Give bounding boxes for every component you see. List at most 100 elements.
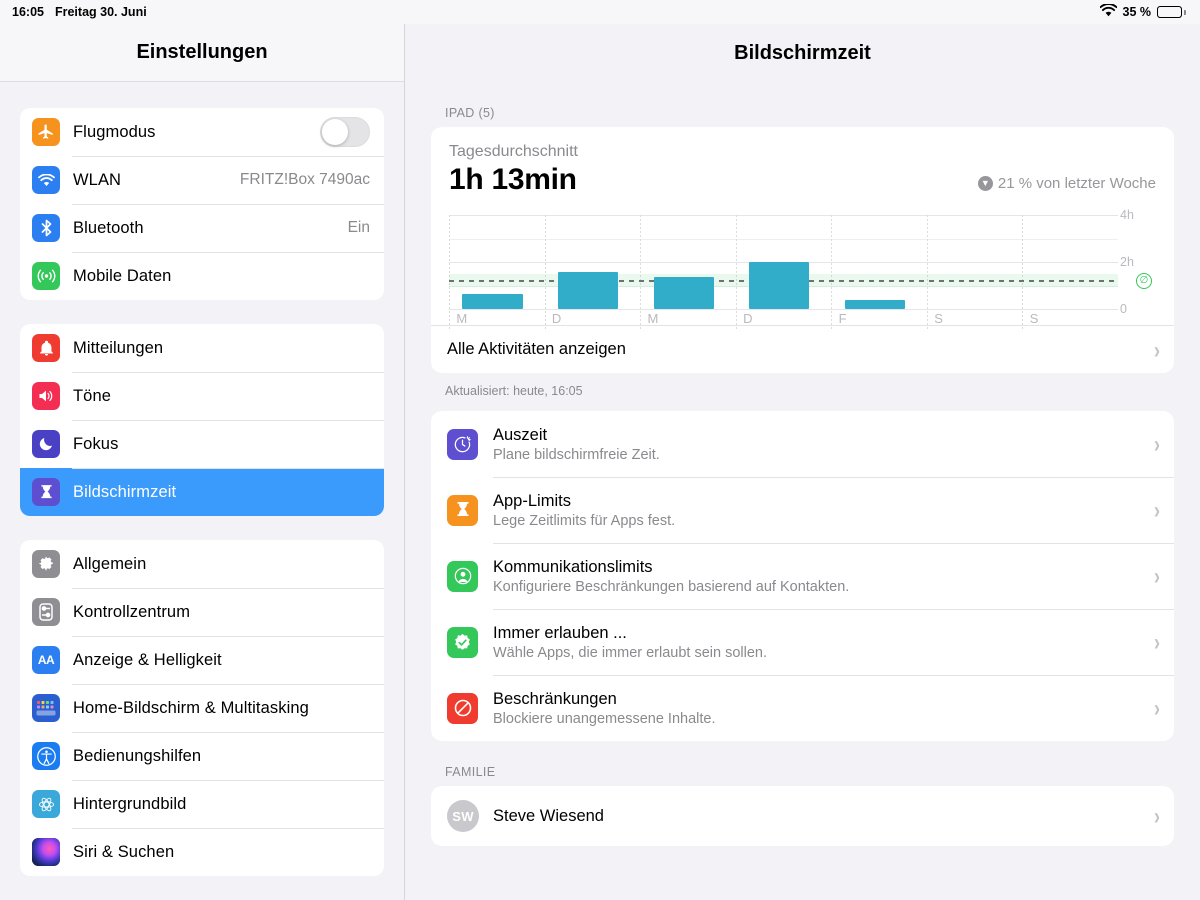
feature-row-app-limits[interactable]: App-Limits Lege Zeitlimits für Apps fest… (431, 477, 1174, 543)
weekly-usage-bar-chart[interactable]: 0 2h 4h ∅ M D M D F S S (449, 208, 1156, 329)
sidebar-item-label: Mitteilungen (73, 338, 164, 357)
chevron-right-icon: › (1154, 628, 1160, 656)
avatar: SW (447, 800, 479, 832)
screen-time-features-card: Auszeit Plane bildschirmfreie Zeit. › Ap… (431, 411, 1174, 741)
status-time: 16:05 (12, 5, 44, 19)
sidebar-item-bedienungshilfen[interactable]: Bedienungshilfen (20, 732, 384, 780)
sidebar-item-toene[interactable]: Töne (20, 372, 384, 420)
sidebar-item-label: Bluetooth (73, 218, 144, 237)
chevron-right-icon: › (1154, 496, 1160, 524)
chart-gridline (449, 215, 1118, 216)
settings-sidebar: Einstellungen Flugmodus WLAN FRITZ!Box 7… (0, 24, 405, 900)
chevron-right-icon: › (1154, 336, 1160, 363)
sidebar-group-system: Allgemein Kontrollzentrum AA Anzeige & H… (20, 540, 384, 876)
hourglass-icon (32, 478, 60, 506)
chart-x-axis-labels: MDMDFSS (449, 311, 1118, 331)
sidebar-item-kontrollzentrum[interactable]: Kontrollzentrum (20, 588, 384, 636)
sliders-icon (32, 598, 60, 626)
sidebar-item-bluetooth[interactable]: Bluetooth Ein (20, 204, 384, 252)
family-card: SW Steve Wiesend › (431, 786, 1174, 846)
all-activity-row[interactable]: Alle Aktivitäten anzeigen › (431, 325, 1174, 373)
sidebar-item-label: Siri & Suchen (73, 842, 175, 861)
sidebar-item-mitteilungen[interactable]: Mitteilungen (20, 324, 384, 372)
sidebar-item-wlan[interactable]: WLAN FRITZ!Box 7490ac (20, 156, 384, 204)
status-date: Freitag 30. Juni (54, 5, 147, 19)
wifi-icon (1099, 3, 1117, 20)
sidebar-scroll-area[interactable]: Flugmodus WLAN FRITZ!Box 7490ac Bluetoot… (0, 82, 404, 900)
chart-average-badge: ∅ (1136, 273, 1152, 290)
daily-average-value: 1h 13min (449, 163, 577, 196)
hourglass-icon (447, 494, 478, 526)
chart-gridline (449, 309, 1118, 310)
sidebar-item-flugmodus[interactable]: Flugmodus (20, 108, 384, 156)
chart-bar[interactable] (844, 300, 905, 309)
chevron-right-icon: › (1154, 694, 1160, 722)
chart-y-tick-label: 4h (1120, 208, 1134, 222)
sidebar-item-mobile-daten[interactable]: Mobile Daten (20, 252, 384, 300)
sidebar-item-allgemein[interactable]: Allgemein (20, 540, 384, 588)
sidebar-item-fokus[interactable]: Fokus (20, 420, 384, 468)
sidebar-item-label: Töne (73, 386, 112, 405)
chart-x-tick-label: S (1029, 311, 1039, 326)
screen-time-summary-card: Tagesdurchschnitt 1h 13min ▼ 21 % von le… (431, 127, 1174, 373)
feature-row-immer-erlauben[interactable]: Immer erlauben ... Wähle Apps, die immer… (431, 609, 1174, 675)
downtime-clock-icon (447, 428, 478, 460)
main-scroll-area[interactable]: IPAD (5) Tagesdurchschnitt 1h 13min ▼ 21… (405, 82, 1200, 900)
all-activity-label: Alle Aktivitäten anzeigen (447, 340, 626, 358)
feature-subtitle: Plane bildschirmfreie Zeit. (493, 446, 660, 463)
sidebar-item-label: Anzeige & Helligkeit (73, 650, 222, 669)
daily-average-label: Tagesdurchschnitt (449, 143, 578, 160)
chart-x-tick-label: D (743, 311, 753, 326)
chart-bar[interactable] (557, 272, 619, 309)
feature-row-kommunikationslimits[interactable]: Kommunikationslimits Konfiguriere Beschr… (431, 543, 1174, 609)
sidebar-item-label: Bildschirmzeit (73, 482, 177, 501)
check-badge-icon (447, 626, 478, 658)
sidebar-item-label: Fokus (73, 434, 119, 453)
sidebar-group-connectivity: Flugmodus WLAN FRITZ!Box 7490ac Bluetoot… (20, 108, 384, 300)
feature-text: Immer erlauben ... Wähle Apps, die immer… (493, 624, 767, 661)
sidebar-item-hintergrundbild[interactable]: Hintergrundbild (20, 780, 384, 828)
feature-subtitle: Lege Zeitlimits für Apps fest. (493, 512, 676, 529)
cellular-icon (32, 262, 60, 290)
wlan-value: FRITZ!Box 7490ac (239, 171, 370, 188)
feature-title: Immer erlauben ... (493, 623, 627, 642)
feature-title: Auszeit (493, 425, 548, 444)
wallpaper-icon (32, 790, 60, 818)
text-size-icon: AA (32, 646, 60, 674)
status-bar-right: 35 % (1099, 3, 1186, 20)
airplane-icon (32, 118, 60, 146)
ipad-settings-screen: 16:05 Freitag 30. Juni 35 % Einstellunge… (0, 0, 1200, 900)
feature-text: Auszeit Plane bildschirmfreie Zeit. (493, 426, 660, 463)
chart-bar[interactable] (749, 262, 810, 309)
sidebar-item-label: Kontrollzentrum (73, 602, 191, 621)
sidebar-item-label: Hintergrundbild (73, 794, 187, 813)
chart-bar[interactable] (462, 293, 523, 309)
updated-label: Aktualisiert: heute, 16:05 (445, 384, 583, 398)
sidebar-title: Einstellungen (0, 24, 404, 82)
arrow-down-circle-icon: ▼ (977, 176, 993, 191)
chevron-right-icon: › (1154, 562, 1160, 590)
feature-subtitle: Konfiguriere Beschränkungen basierend au… (493, 578, 850, 595)
app-grid-icon (32, 694, 60, 722)
screen-time-pane: Bildschirmzeit IPAD (5) Tagesdurchschnit… (405, 24, 1200, 900)
family-member-row[interactable]: SW Steve Wiesend › (431, 786, 1174, 846)
bell-icon (32, 334, 60, 362)
chart-x-tick-label: M (647, 311, 659, 326)
chart-bar[interactable] (653, 277, 714, 309)
feature-text: Kommunikationslimits Konfiguriere Beschr… (493, 558, 849, 595)
bluetooth-icon (32, 214, 60, 242)
sidebar-item-label: Bedienungshilfen (73, 746, 202, 765)
family-member-name: Steve Wiesend (493, 806, 604, 825)
status-bar-left: 16:05 Freitag 30. Juni (12, 5, 147, 19)
sidebar-item-bildschirmzeit[interactable]: Bildschirmzeit (20, 468, 384, 516)
sidebar-item-siri-suchen[interactable]: Siri & Suchen (20, 828, 384, 876)
flugmodus-toggle[interactable] (320, 117, 370, 147)
feature-row-beschraenkungen[interactable]: Beschränkungen Blockiere unangemessene I… (431, 675, 1174, 741)
feature-title: Kommunikationslimits (493, 557, 653, 576)
feature-row-auszeit[interactable]: Auszeit Plane bildschirmfreie Zeit. › (431, 411, 1174, 477)
sidebar-item-anzeige-helligkeit[interactable]: AA Anzeige & Helligkeit (20, 636, 384, 684)
feature-text: App-Limits Lege Zeitlimits für Apps fest… (493, 492, 675, 529)
sidebar-item-home-bildschirm[interactable]: Home-Bildschirm & Multitasking (20, 684, 384, 732)
feature-title: Beschränkungen (493, 689, 617, 708)
feature-title: App-Limits (493, 491, 571, 510)
